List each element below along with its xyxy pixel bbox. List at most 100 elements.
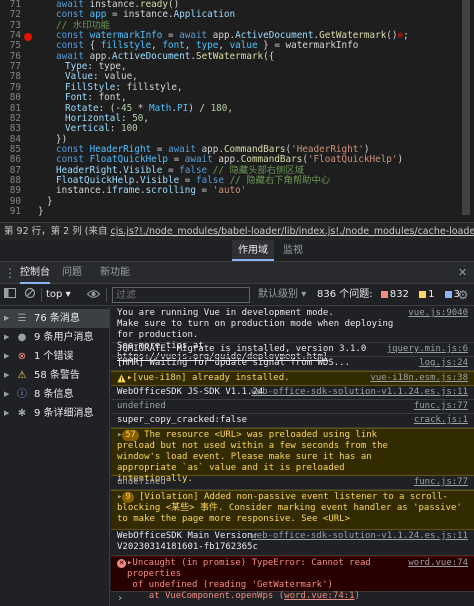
stack-frame-link[interactable]: word.vue:74:1: [284, 591, 354, 601]
code-line[interactable]: 89 instance.iframe.scrolling = 'auto': [0, 185, 474, 197]
console-warning-vue-i18n: ▸[vue-i18n] already installed. vue-i18n.…: [111, 371, 474, 386]
issues-label: 836 个问题:: [317, 289, 373, 300]
message-source-link[interactable]: web-office-sdk-solution-v1.1.24.es.js:11: [251, 387, 468, 398]
console-filter-input[interactable]: [112, 287, 250, 303]
sidebar-item-label: 9 条用户消息: [34, 332, 94, 343]
message-source-link[interactable]: jquery.min.js:6: [387, 344, 468, 355]
warning-icon: ⚠: [17, 370, 27, 381]
editor-scrollbar[interactable]: [462, 0, 470, 215]
expand-arrow-icon[interactable]: ▶: [4, 347, 9, 366]
tab-scope[interactable]: 作用域: [232, 240, 274, 261]
line-number[interactable]: 91: [0, 206, 21, 217]
issue-error-count: 832: [379, 288, 411, 302]
expand-arrow-icon[interactable]: ▶: [4, 309, 9, 328]
list-icon: ☰: [17, 313, 27, 324]
expand-arrow-icon[interactable]: ▶: [4, 404, 9, 423]
sidebar-item-list[interactable]: ▶ ☰ 76 条消息: [0, 309, 109, 328]
context-value: top: [46, 289, 63, 300]
console-message-sdk-version: WebOfficeSDK JS-SDK V1.1.24 web-office-s…: [111, 386, 474, 400]
code-text: Vertical: 100: [65, 123, 138, 135]
message-source-link[interactable]: log.js:24: [419, 358, 468, 369]
sidebar-item-label: 8 条信息: [34, 389, 74, 400]
console-message-crack: super_copy_cracked:false crack.js:1: [111, 414, 474, 428]
message-source-link[interactable]: func.js:77: [414, 401, 468, 412]
code-editor[interactable]: 71 await instance.ready() 72 const app = in…: [0, 0, 474, 222]
console-message-vue-dev: You are running Vue in development mode.…: [111, 307, 474, 362]
code-line[interactable]: 91}: [0, 206, 474, 217]
warning-square-icon: [419, 290, 427, 298]
sidebar-item-label: 1 个错误: [34, 351, 74, 362]
sidebar-item-user[interactable]: ▶ ● 9 条用户消息: [0, 328, 109, 347]
log-level-value: 默认级别: [258, 289, 298, 300]
warning-icon: [117, 374, 126, 383]
expand-arrow-icon[interactable]: ▶: [4, 385, 9, 404]
verbose-icon: ✱: [17, 408, 27, 419]
error-square-icon: [380, 290, 388, 298]
code-text: instance.iframe.scrolling = 'auto': [56, 185, 247, 197]
context-select[interactable]: top ▾: [46, 288, 71, 302]
devtools-console-panel: ⋮ 控制台 问题 新功能 ✕ top ▾ 默认级别 ▾ 836 个问题: 832…: [0, 262, 474, 606]
user-icon: ●: [17, 332, 27, 343]
console-toolbar: top ▾ 默认级别 ▾ 836 个问题: 832 1 3 ⚙: [0, 284, 474, 306]
console-prompt[interactable]: ›: [117, 593, 123, 604]
message-source-link[interactable]: crack.js:1: [414, 415, 468, 426]
editor-status-bar: 第 92 行，第 2 列 (来自 cjs.js?!./node_modules/…: [0, 222, 474, 240]
code-line[interactable]: 90}: [0, 195, 474, 207]
clear-console-icon[interactable]: [22, 287, 38, 303]
message-source-link[interactable]: web-office-sdk-solution-v1.1.24.es.js:11: [251, 531, 468, 542]
message-source-link[interactable]: vue-i18n.esm.js:38: [370, 373, 468, 384]
expand-arrow-icon[interactable]: ▶: [4, 328, 9, 347]
issue-warning-count: 1: [417, 288, 436, 302]
tab-console[interactable]: 控制台: [20, 262, 50, 284]
console-messages[interactable]: You are running Vue in development mode.…: [111, 307, 474, 606]
sidebar-item-verbose[interactable]: ▶ ✱ 9 条详细消息: [0, 404, 109, 423]
error-icon: ✕: [117, 559, 126, 568]
console-error-uncaught: ✕ ▸Uncaught (in promise) TypeError: Cann…: [111, 556, 474, 601]
chevron-down-icon: ▾: [65, 289, 71, 300]
sidebar-item-info[interactable]: ▶ ⓘ 8 条信息: [0, 385, 109, 404]
more-tabs-icon[interactable]: ⋮: [2, 265, 18, 281]
console-warning-violation: ▸ 9 [Violation] Added non-passive event l…: [111, 490, 474, 530]
settings-gear-icon[interactable]: ⚙: [455, 287, 471, 303]
code-text: }: [47, 195, 53, 207]
source-prefix: (来自: [84, 226, 111, 237]
breakpoint-icon[interactable]: [24, 33, 32, 42]
console-warning-preload: ▸ 57 The resource <URL> was preloaded usi…: [111, 428, 474, 484]
message-source-link[interactable]: func.js:77: [414, 477, 468, 488]
chevron-down-icon: ▾: [301, 289, 307, 300]
live-expression-eye-icon[interactable]: [85, 287, 101, 303]
issues-counter-button[interactable]: 836 个问题: 832 1 3: [313, 287, 466, 303]
tab-watch[interactable]: 监视: [283, 240, 303, 261]
console-message-undefined: undefined func.js:77: [111, 400, 474, 414]
sidebar-item-label: 76 条消息: [34, 313, 80, 324]
console-sidebar: ▶ ☰ 76 条消息 ▶ ● 9 条用户消息 ▶ ⊗ 1 个错误 ▶ ⚠ 58 条警告 ▶ ⓘ 8 条信息 ▶…: [0, 307, 110, 606]
sidebar-item-label: 9 条详细消息: [34, 408, 94, 419]
info-square-icon: [444, 290, 452, 298]
repeat-count-badge: 57: [122, 430, 139, 441]
sidebar-item-label: 58 条警告: [34, 370, 80, 381]
tab-whats-new[interactable]: 新功能: [100, 262, 130, 284]
close-drawer-icon[interactable]: ✕: [458, 262, 467, 284]
source-map-link[interactable]: cjs.js?!./node_modules/babel-loader/lib/…: [110, 226, 474, 237]
sidebar-toggle-icon[interactable]: [2, 287, 18, 303]
expand-arrow-icon[interactable]: ▶: [4, 366, 9, 385]
message-source-link[interactable]: vue.js:9040: [408, 308, 468, 319]
cursor-position: 第 92 行，第 2 列: [4, 226, 82, 237]
line-number[interactable]: 80: [0, 92, 21, 103]
info-icon: ⓘ: [17, 389, 27, 400]
tab-issues[interactable]: 问题: [62, 262, 82, 284]
devtools-tab-strip: ⋮ 控制台 问题 新功能 ✕: [0, 262, 474, 284]
sidebar-item-error[interactable]: ▶ ⊗ 1 个错误: [0, 347, 109, 366]
code-line[interactable]: 83 Vertical: 100: [0, 123, 474, 135]
console-message-jqmigrate: JQMIGRATE: Migrate is installed, version…: [111, 343, 474, 357]
console-message-main-version: WebOfficeSDK Main Version: V202303141816…: [111, 530, 474, 556]
line-number[interactable]: 83: [0, 123, 21, 134]
console-message-undefined: undefined func.js:77: [111, 476, 474, 490]
code-text: }: [38, 206, 44, 217]
message-source-link[interactable]: word.vue:74: [408, 558, 468, 569]
sidebar-item-warning[interactable]: ▶ ⚠ 58 条警告: [0, 366, 109, 385]
console-message-hmr: [HMR] Waiting for update signal from WDS…: [111, 357, 474, 371]
debugger-drawer-tabs: 作用域 监视: [0, 240, 474, 262]
log-level-select[interactable]: 默认级别 ▾: [258, 288, 306, 302]
error-icon: ⊗: [17, 351, 27, 362]
